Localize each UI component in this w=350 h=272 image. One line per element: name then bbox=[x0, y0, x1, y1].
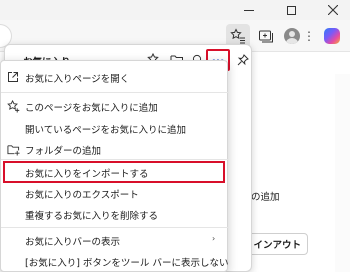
menu-separator bbox=[1, 159, 229, 160]
menu-item-label: お気に入りのエクスポート bbox=[25, 190, 139, 201]
menu-item-label: お気に入りバーの表示 bbox=[25, 237, 121, 248]
menu-item-remove-duplicates[interactable]: 重複するお気に入りを削除する bbox=[1, 203, 229, 225]
maximize-button[interactable] bbox=[273, 0, 309, 20]
menu-item-label: [お気に入り] ボタンをツール バーに表示しない bbox=[25, 258, 229, 269]
menu-item-export-favorites[interactable]: お気に入りのエクスポート bbox=[1, 182, 229, 204]
add-favorite-icon bbox=[6, 99, 20, 113]
window-titlebar bbox=[0, 0, 350, 20]
favorites-more-menu: お気に入りページを開く このページをお気に入りに追加 開いているページをお気に入… bbox=[0, 60, 229, 272]
collections-icon bbox=[259, 30, 273, 43]
pin-panel-button[interactable] bbox=[234, 51, 252, 69]
menu-item-hide-favorites-button[interactable]: [お気に入り] ボタンをツール バーに表示しない bbox=[1, 250, 229, 272]
menu-item-label: このページをお気に入りに追加 bbox=[25, 103, 158, 114]
menu-item-add-this-page[interactable]: このページをお気に入りに追加 bbox=[1, 95, 229, 117]
menu-item-show-favorites-bar[interactable]: お気に入りバーの表示 › bbox=[1, 229, 229, 251]
avatar bbox=[284, 28, 300, 44]
maximize-icon bbox=[286, 5, 296, 15]
chevron-right-icon: › bbox=[212, 234, 216, 243]
page-scrollbar[interactable] bbox=[335, 74, 350, 272]
menu-item-add-folder[interactable]: フォルダーの追加 bbox=[1, 138, 229, 160]
menu-item-label: 開いているページをお気に入りに追加 bbox=[25, 125, 187, 136]
menu-item-label: 重複するお気に入りを削除する bbox=[25, 211, 159, 222]
menu-separator bbox=[1, 227, 229, 228]
menu-separator bbox=[1, 92, 229, 93]
copilot-button[interactable] bbox=[320, 24, 344, 48]
favorites-list-icon bbox=[230, 28, 245, 44]
add-folder-icon bbox=[6, 142, 20, 156]
pin-icon bbox=[237, 54, 249, 66]
profile-button[interactable] bbox=[280, 24, 304, 48]
menu-item-label: フォルダーの追加 bbox=[25, 146, 102, 157]
close-button[interactable] bbox=[315, 0, 350, 20]
settings-more-button[interactable]: ⋮ bbox=[302, 24, 316, 48]
copilot-icon bbox=[324, 28, 340, 44]
import-highlight bbox=[3, 161, 225, 183]
menu-item-add-open-pages[interactable]: 開いているページをお気に入りに追加 bbox=[1, 117, 229, 139]
menu-item-label: お気に入りページを開く bbox=[25, 74, 130, 85]
minimize-icon bbox=[244, 9, 254, 11]
collections-button[interactable] bbox=[254, 24, 278, 48]
close-icon bbox=[328, 5, 338, 15]
open-external-icon bbox=[6, 70, 20, 84]
more-vertical-icon: ⋮ bbox=[303, 29, 315, 43]
minimize-button[interactable] bbox=[231, 0, 267, 20]
menu-item-open-favorites-page[interactable]: お気に入りページを開く bbox=[1, 66, 229, 88]
